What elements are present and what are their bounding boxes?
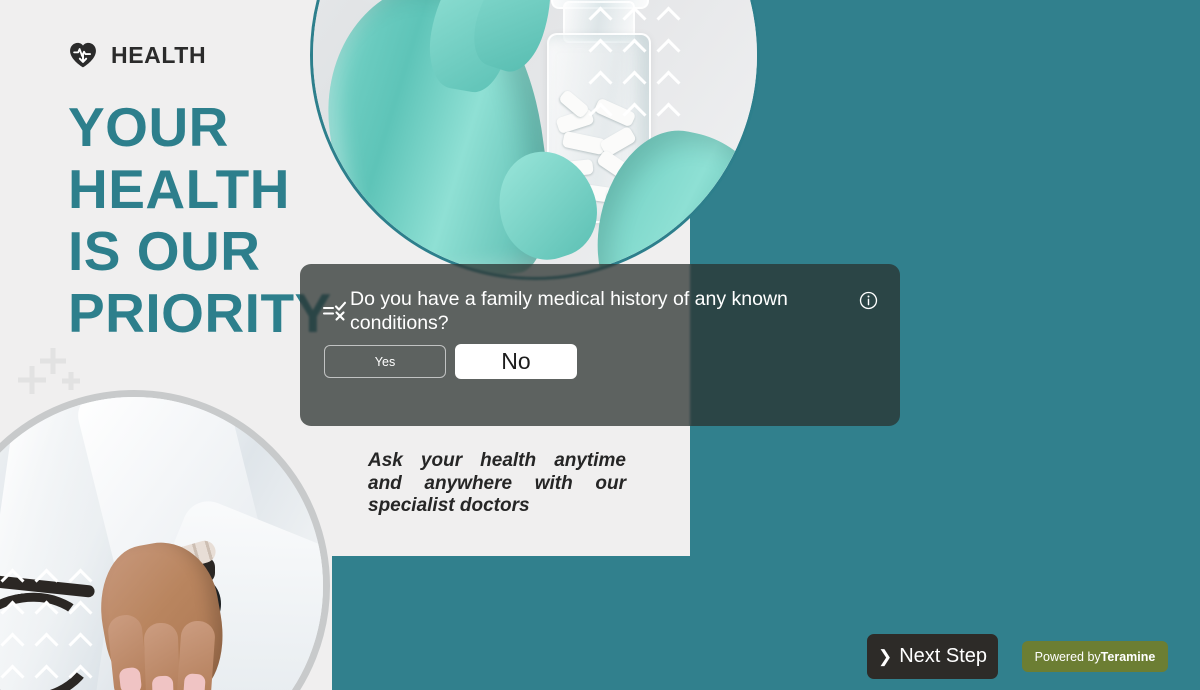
- info-icon[interactable]: [859, 291, 878, 310]
- checklist-icon: [322, 298, 350, 326]
- headline-line-2: HEALTH: [68, 158, 290, 220]
- brand-name: HEALTH: [111, 41, 207, 68]
- brand-logo: HEALTH: [68, 40, 206, 70]
- powered-by-badge[interactable]: Powered by Teramine: [1022, 641, 1168, 672]
- heart-pulse-icon: [68, 40, 98, 70]
- answer-no-button[interactable]: No: [455, 344, 577, 379]
- plus-icon: [40, 348, 66, 374]
- finger-shape: [176, 619, 216, 690]
- hero-tagline: Ask your health anytime and anywhere wit…: [368, 450, 626, 516]
- next-step-label: Next Step: [899, 645, 988, 667]
- powered-by-brand: Teramine: [1100, 649, 1156, 664]
- headline-line-1: YOUR: [68, 96, 229, 158]
- stethoscope-photo: [0, 390, 330, 690]
- powered-by-prefix: Powered by: [1034, 649, 1101, 664]
- answer-yes-button[interactable]: Yes: [324, 345, 446, 378]
- chevron-right-icon: ❯: [877, 647, 893, 666]
- plus-icon: [62, 372, 80, 390]
- page-root: HEALTH YOUR HEALTH IS OUR PRIORITY Ask y…: [0, 0, 1200, 690]
- finger-shape: [143, 622, 181, 690]
- question-dialog: Do you have a family medical history of …: [300, 264, 900, 426]
- next-step-button[interactable]: ❯ Next Step: [867, 634, 998, 679]
- dialog-question-text: Do you have a family medical history of …: [350, 288, 788, 334]
- answer-button-group: Yes No: [324, 344, 577, 379]
